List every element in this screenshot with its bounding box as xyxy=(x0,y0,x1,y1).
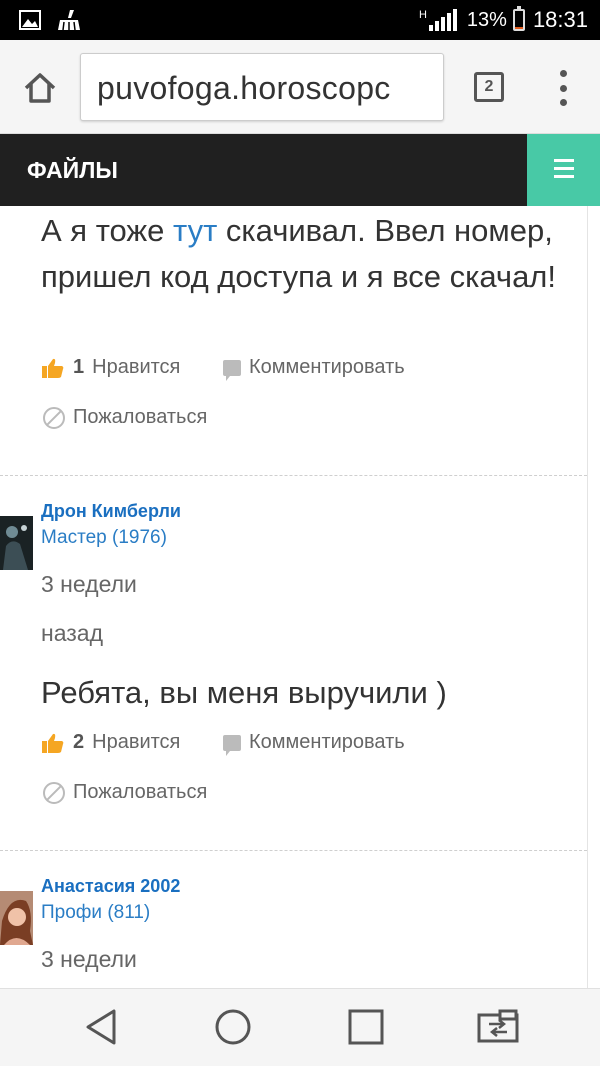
author-rank[interactable]: Мастер (1976) xyxy=(41,527,167,549)
like-count: 2 xyxy=(73,731,85,753)
tab-count: 2 xyxy=(484,78,494,95)
comment-divider xyxy=(0,475,587,476)
comment-text-part: А я тоже xyxy=(41,213,174,248)
report-label: Пожаловаться xyxy=(73,406,208,428)
like-button[interactable]: 2 Нравится xyxy=(41,731,180,754)
thumbs-up-icon xyxy=(42,733,64,753)
report-button[interactable]: Пожаловаться xyxy=(43,406,207,429)
like-label: Нравится xyxy=(92,356,181,378)
address-bar[interactable]: puvofoga.horoscopc xyxy=(80,53,444,121)
comment-divider xyxy=(0,850,587,851)
notification-icons xyxy=(18,8,82,32)
report-label: Пожаловаться xyxy=(73,781,208,803)
battery-icon xyxy=(512,6,525,31)
comment-button[interactable]: Комментировать xyxy=(223,356,405,381)
back-icon[interactable] xyxy=(82,1007,122,1047)
author-rank[interactable]: Профи (811) xyxy=(41,902,150,924)
hamburger-icon[interactable] xyxy=(527,134,600,206)
comment-label: Комментировать xyxy=(249,356,405,378)
site-title[interactable]: ФАЙЛЫ xyxy=(27,157,118,184)
report-icon xyxy=(43,406,65,429)
url-text: puvofoga.horoscopc xyxy=(97,70,391,106)
switch-apps-icon[interactable] xyxy=(476,1007,520,1047)
clock: 18:31 xyxy=(532,7,588,32)
comment-button[interactable]: Комментировать xyxy=(223,731,405,756)
avatar[interactable] xyxy=(0,891,33,945)
comment-label: Комментировать xyxy=(249,731,405,753)
overflow-menu-icon[interactable] xyxy=(556,70,570,106)
report-button[interactable]: Пожаловаться xyxy=(43,781,207,804)
tab-switcher-button[interactable]: 2 xyxy=(474,72,504,102)
avatar-image xyxy=(0,891,33,945)
status-bar: H 13% 18:31 xyxy=(0,0,600,40)
phone-screen: H 13% 18:31 puvofoga.horoscopc 2 ФАЙЛЫ А… xyxy=(0,0,600,1066)
cleaner-icon xyxy=(58,10,80,31)
comment-time: назад xyxy=(41,620,103,646)
home-circle-icon[interactable] xyxy=(213,1007,253,1047)
comment-link[interactable]: тут xyxy=(173,213,217,248)
recents-icon[interactable] xyxy=(346,1007,386,1047)
author-name[interactable]: Анастасия 2002 xyxy=(41,876,180,897)
status-right: H 13% 18:31 xyxy=(419,0,588,40)
comment-time: 3 недели xyxy=(41,571,137,597)
network-type: H xyxy=(418,9,427,21)
comment-icon xyxy=(223,359,241,381)
content-border xyxy=(587,206,588,988)
site-header: ФАЙЛЫ xyxy=(0,134,600,206)
author-name[interactable]: Дрон Кимберли xyxy=(41,501,181,522)
report-icon xyxy=(43,781,65,804)
home-icon[interactable] xyxy=(20,68,60,108)
comment-icon xyxy=(223,734,241,756)
like-label: Нравится xyxy=(92,731,181,753)
thumbs-up-icon xyxy=(42,358,64,378)
battery-percent: 13% xyxy=(466,8,507,31)
system-nav-bar xyxy=(0,988,600,1066)
like-button[interactable]: 1 Нравится xyxy=(41,356,180,379)
signal-icon xyxy=(428,9,457,31)
comment-text: Ребята, вы меня выручили ) xyxy=(41,675,447,710)
comment-text: А я тоже тут скачивал. Ввел номер, прише… xyxy=(41,208,561,300)
image-icon xyxy=(19,10,41,30)
avatar[interactable] xyxy=(0,516,33,570)
comment-time: 3 недели xyxy=(41,946,137,972)
like-count: 1 xyxy=(73,356,85,378)
comments-list: А я тоже тут скачивал. Ввел номер, прише… xyxy=(0,206,600,988)
browser-toolbar: puvofoga.horoscopc 2 xyxy=(0,40,600,134)
avatar-image xyxy=(0,516,33,570)
